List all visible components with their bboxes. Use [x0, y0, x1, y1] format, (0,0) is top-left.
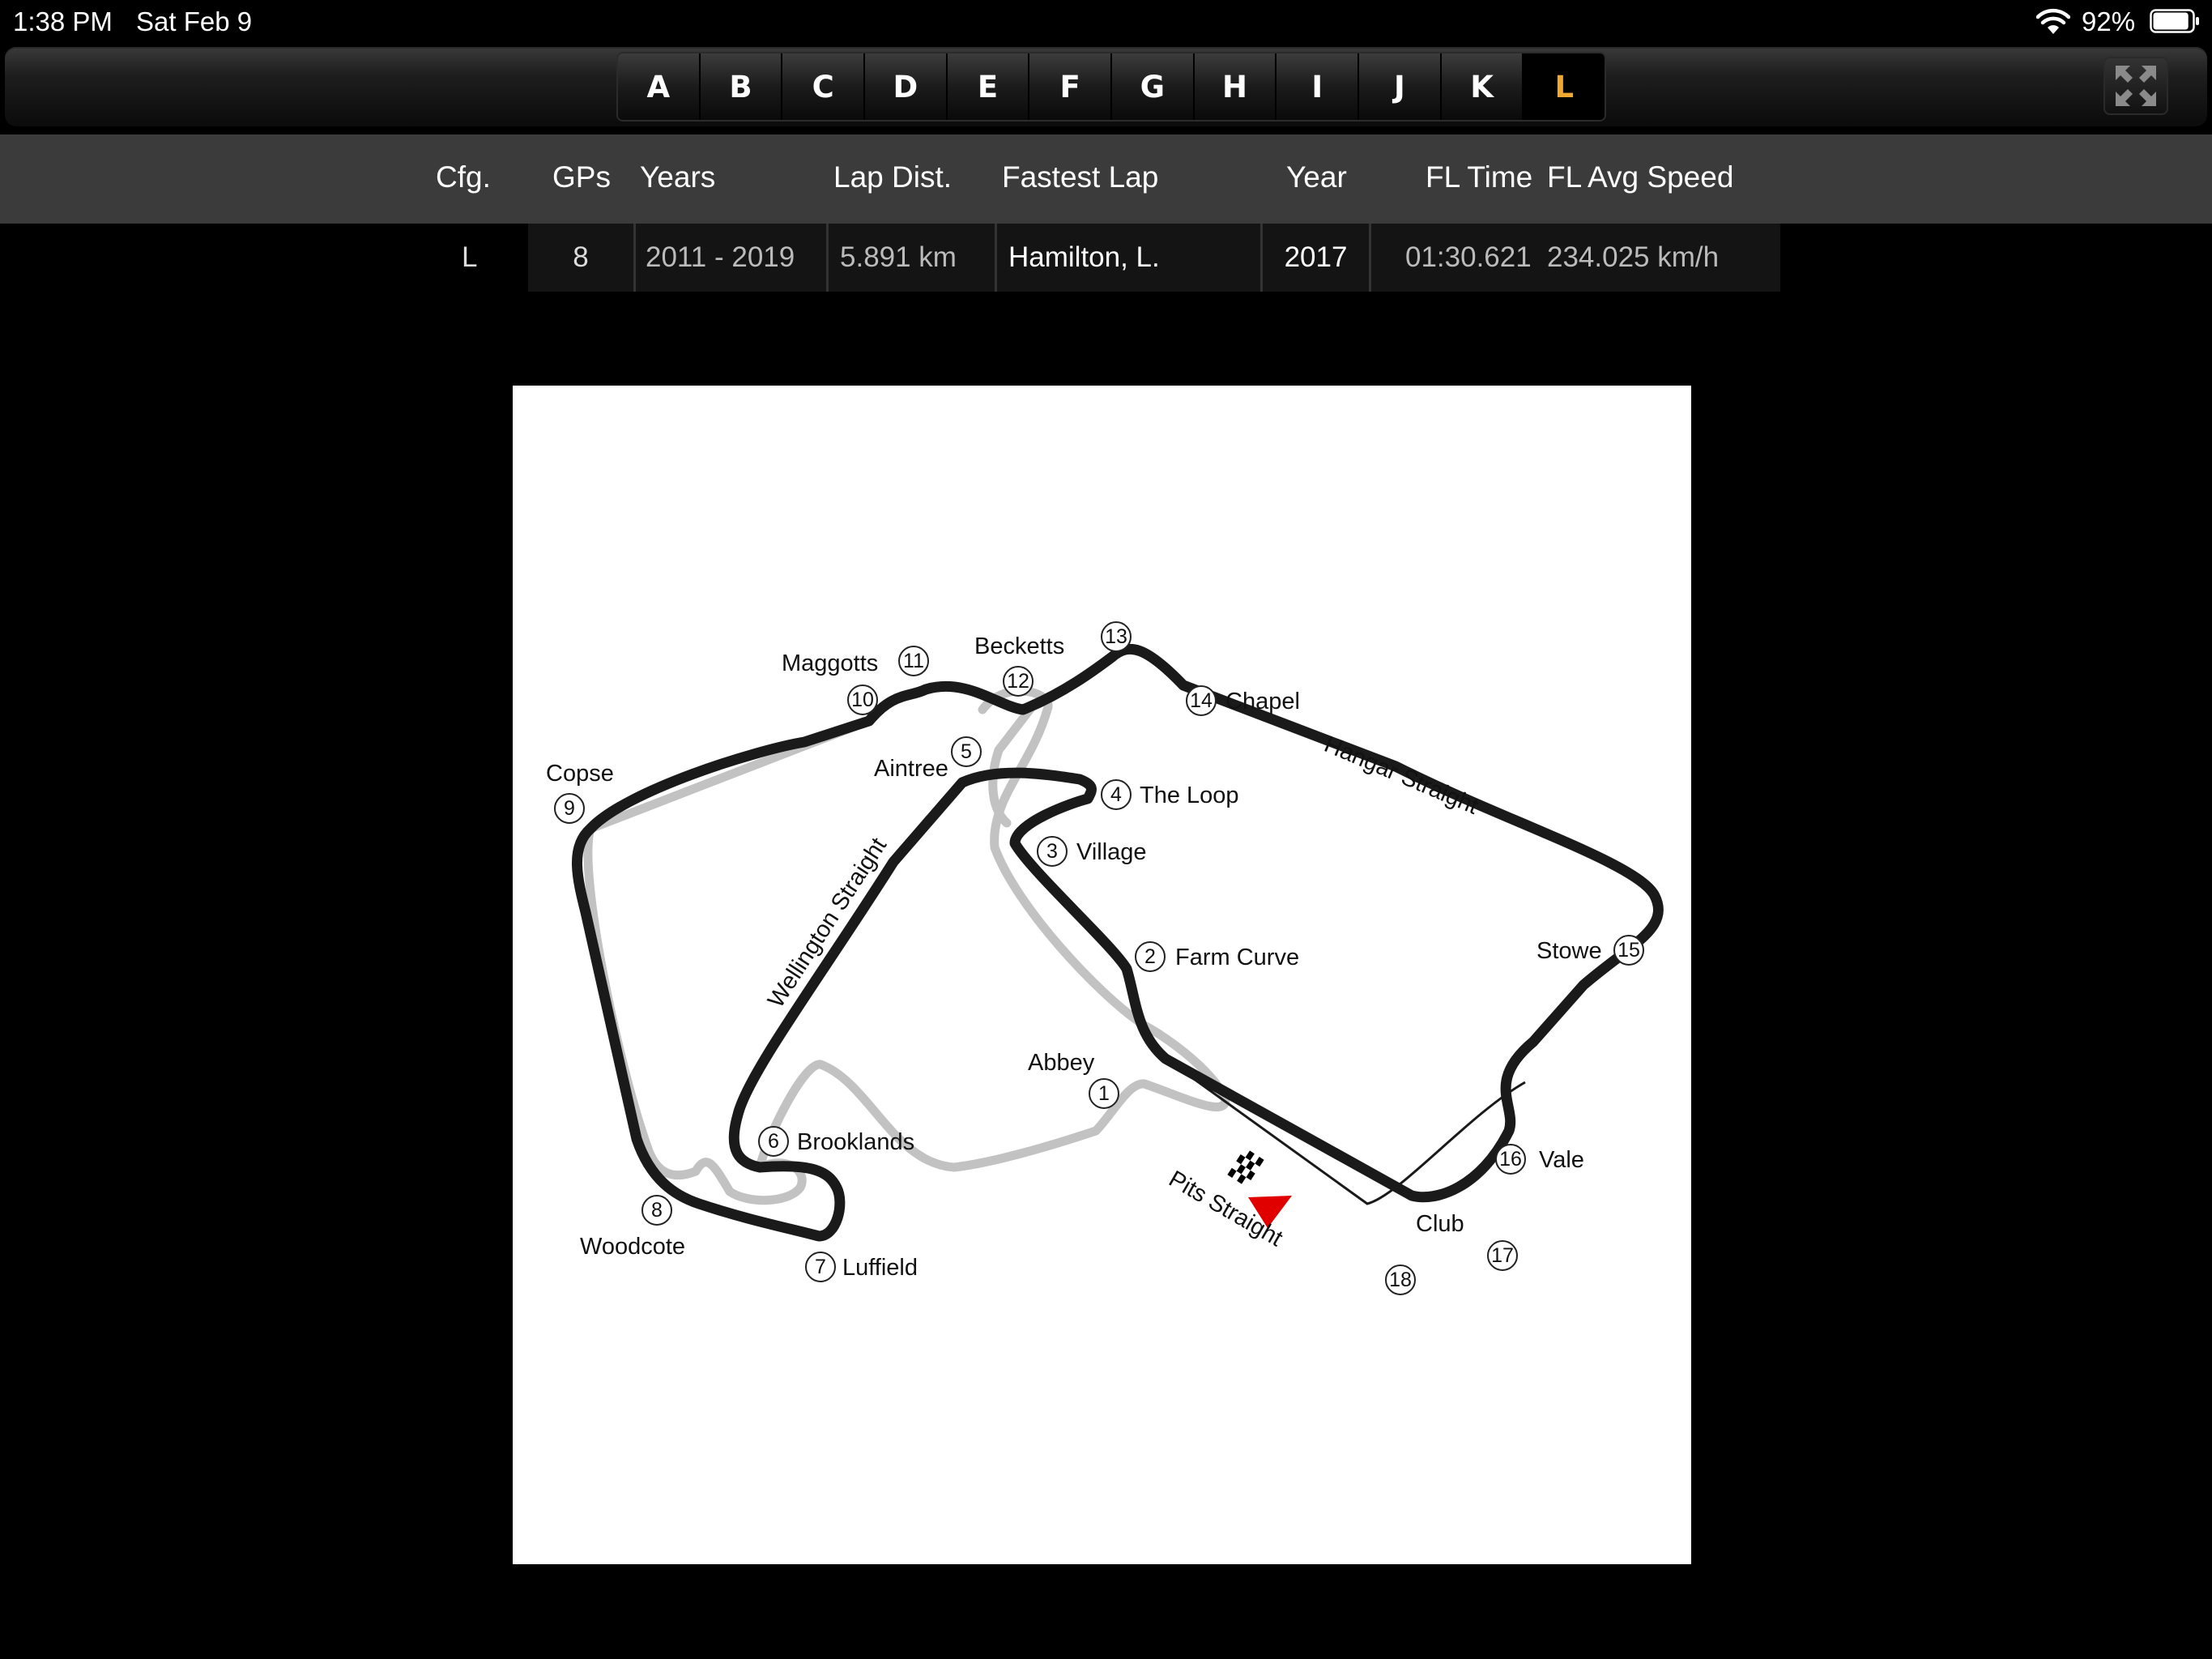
letter-button-f[interactable]: F: [1029, 53, 1113, 120]
svg-text:2: 2: [1144, 945, 1156, 968]
letter-button-k[interactable]: K: [1441, 53, 1524, 120]
header-fastest-lap: Fastest Lap: [1002, 160, 1159, 194]
svg-text:5: 5: [961, 740, 972, 763]
letter-button-b[interactable]: B: [700, 53, 783, 120]
corner-marker-9: 9: [554, 793, 585, 824]
corner-marker-2: 2: [1135, 941, 1166, 972]
corner-label-village: Village: [1076, 839, 1147, 865]
corner-label-luffield: Luffield: [842, 1255, 918, 1281]
corner-marker-8: 8: [641, 1195, 672, 1226]
svg-text:8: 8: [651, 1199, 663, 1222]
corner-marker-5: 5: [951, 736, 982, 767]
status-bar: 1:38 PM Sat Feb 9 92%: [0, 0, 2212, 44]
corner-label-brooklands: Brooklands: [797, 1129, 914, 1155]
corner-marker-3: 3: [1037, 836, 1068, 867]
corner-label-farm-curve: Farm Curve: [1175, 945, 1299, 970]
svg-text:4: 4: [1110, 783, 1122, 806]
cell-fl-time: 01:30.621: [1369, 224, 1547, 292]
header-fl-avg-speed: FL Avg Speed: [1547, 160, 1734, 194]
corner-marker-7: 7: [805, 1252, 836, 1282]
letter-button-d[interactable]: D: [865, 53, 948, 120]
battery-percent: 92%: [2082, 6, 2136, 36]
header-cfg: Cfg.: [436, 160, 491, 194]
svg-text:13: 13: [1105, 625, 1127, 648]
battery-icon: [2150, 9, 2199, 33]
corner-marker-15: 15: [1613, 935, 1644, 966]
corner-label-chapel: Chapel: [1225, 689, 1300, 714]
header-year: Year: [1286, 160, 1347, 194]
corner-marker-11: 11: [898, 646, 929, 676]
corner-marker-16: 16: [1495, 1144, 1526, 1175]
cell-gps: 8: [528, 224, 633, 292]
svg-text:3: 3: [1046, 840, 1058, 863]
corner-label-copse: Copse: [546, 761, 614, 787]
letter-button-h[interactable]: H: [1194, 53, 1277, 120]
corner-marker-10: 10: [847, 684, 878, 715]
corner-marker-4: 4: [1101, 779, 1132, 810]
svg-text:9: 9: [564, 797, 575, 820]
corner-marker-6: 6: [758, 1126, 789, 1157]
expand-button[interactable]: [2103, 57, 2168, 115]
current-track-layout: [571, 643, 1664, 1242]
corner-label-becketts: Becketts: [974, 633, 1064, 659]
corner-label-aintree: Aintree: [874, 756, 948, 782]
corner-marker-12: 12: [1003, 666, 1034, 697]
svg-text:17: 17: [1491, 1244, 1514, 1267]
svg-text:12: 12: [1007, 670, 1029, 693]
toolbar: A B C D E F G H I J K L: [5, 47, 2207, 126]
cell-years: 2011 - 2019: [633, 224, 826, 292]
table-header: Cfg. GPs Years Lap Dist. Fastest Lap Yea…: [0, 134, 2212, 224]
track-map-drawing: Hangar Straight Wellington Straight Pits…: [546, 621, 1664, 1295]
status-time: 1:38 PM: [13, 6, 113, 36]
svg-text:14: 14: [1190, 689, 1213, 712]
finish-flag-icon: [1227, 1147, 1264, 1188]
svg-text:6: 6: [768, 1130, 779, 1153]
letter-button-j[interactable]: J: [1359, 53, 1442, 120]
header-years: Years: [640, 160, 716, 194]
cell-lap-dist: 5.891 km: [826, 224, 995, 292]
wifi-icon: [2036, 8, 2070, 34]
straight-label-wellington: Wellington Straight: [763, 834, 892, 1013]
corner-label-woodcote: Woodcote: [580, 1234, 685, 1260]
svg-text:16: 16: [1499, 1148, 1522, 1171]
track-map: Hangar Straight Wellington Straight Pits…: [513, 386, 1691, 1564]
header-lap-dist: Lap Dist.: [833, 160, 953, 194]
table-row[interactable]: L 8 2011 - 2019 5.891 km Hamilton, L. 20…: [0, 224, 2212, 292]
svg-text:10: 10: [851, 689, 874, 711]
corner-label-maggotts: Maggotts: [782, 650, 878, 676]
svg-text:7: 7: [815, 1256, 826, 1278]
corner-label-club: Club: [1416, 1211, 1464, 1237]
corner-label-the-loop: The Loop: [1140, 783, 1239, 808]
letter-button-l[interactable]: L: [1524, 53, 1605, 120]
cell-fl-avg-speed: 234.025 km/h: [1547, 224, 1780, 292]
straight-label-hangar: Hangar Straight: [1320, 731, 1481, 820]
corner-marker-14: 14: [1186, 685, 1217, 716]
corner-label-vale: Vale: [1539, 1147, 1584, 1173]
cell-fastest-lap: Hamilton, L.: [995, 224, 1260, 292]
header-gps: GPs: [552, 160, 611, 194]
corner-marker-17: 17: [1487, 1240, 1518, 1271]
letter-button-c[interactable]: C: [782, 53, 866, 120]
svg-text:18: 18: [1389, 1269, 1412, 1291]
letter-button-g[interactable]: G: [1112, 53, 1195, 120]
letter-button-a[interactable]: A: [618, 53, 701, 120]
cell-year: 2017: [1260, 224, 1369, 292]
corner-marker-1: 1: [1089, 1078, 1119, 1109]
expand-arrows-icon: [2116, 66, 2156, 106]
letter-button-e[interactable]: E: [947, 53, 1030, 120]
svg-text:1: 1: [1098, 1082, 1110, 1105]
config-letter-selector: A B C D E F G H I J K L: [616, 52, 1606, 122]
corner-marker-18: 18: [1385, 1265, 1416, 1295]
letter-button-i[interactable]: I: [1276, 53, 1360, 120]
svg-text:11: 11: [903, 650, 924, 672]
corner-marker-13: 13: [1101, 621, 1132, 652]
corner-label-stowe: Stowe: [1536, 938, 1602, 964]
header-fl-time: FL Time: [1426, 160, 1533, 194]
corner-label-abbey: Abbey: [1028, 1050, 1095, 1076]
status-date: Sat Feb 9: [136, 6, 253, 36]
svg-text:15: 15: [1617, 939, 1640, 962]
